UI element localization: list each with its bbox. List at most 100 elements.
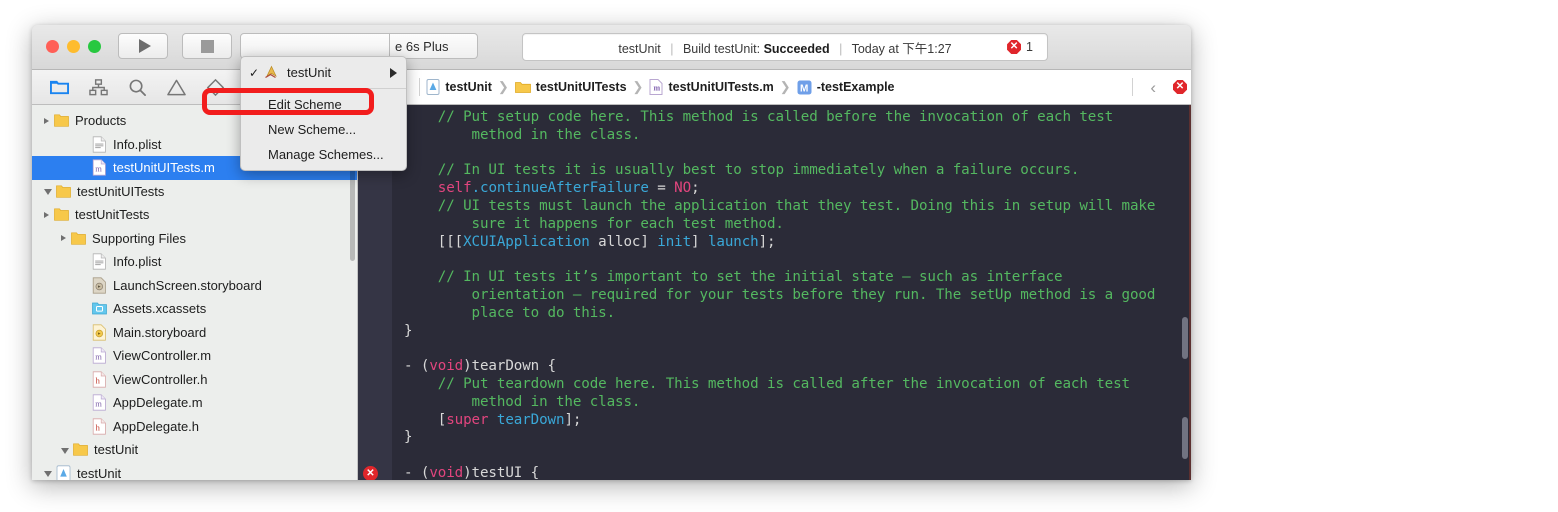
navigator-row[interactable]: testUnitTests [32,203,357,227]
menu-item-edit-scheme[interactable]: Edit Scheme [241,92,406,117]
navigator-row-label: testUnit [94,442,139,458]
disclosure-triangle-icon[interactable] [44,471,52,478]
device-selector[interactable]: e 6s Plus [390,33,478,59]
navigator-row-label: LaunchScreen.storyboard [113,277,262,293]
scheme-dropdown-menu[interactable]: ✓ testUnit Edit Scheme New Scheme... Manage … [240,56,407,171]
menu-item-label: testUnit [287,65,332,80]
error-count: 1 [1026,40,1033,54]
navigator-row[interactable]: Assets.xcassets [32,297,357,321]
m-file-icon: m [92,347,106,364]
zoom-button[interactable] [88,40,101,53]
project-icon [56,465,71,480]
menu-item-manage-schemes[interactable]: Manage Schemes... [241,142,406,167]
code-token: self [437,180,472,197]
breadcrumb-label: -testExample [816,80,895,94]
navigator-row[interactable]: testUnit [32,438,357,462]
code-token: launch [707,233,759,250]
breadcrumb-divider [419,78,421,96]
xcode-scheme-icon [265,65,277,79]
code-token: alloc] [589,233,658,250]
navigator-row-label: Info.plist [113,254,162,270]
breadcrumb-item-folder[interactable]: testUnitUITests [514,80,627,94]
stop-button[interactable] [182,33,232,59]
svg-text:m: m [95,399,102,409]
editor-back-button[interactable]: ‹ [1141,79,1165,96]
breadcrumb-item-project[interactable]: testUnit [426,79,492,95]
menu-item-new-scheme[interactable]: New Scheme... [241,117,406,142]
disclosure-triangle-icon[interactable] [44,211,49,218]
breadcrumb-item-method[interactable]: M -testExample [797,80,895,95]
test-diamond-icon[interactable] [206,78,225,97]
navigator-row[interactable]: Supporting Files [32,227,357,251]
storyboard-gray-icon [92,277,106,294]
stop-icon [200,39,214,53]
checkmark-icon: ✓ [249,65,260,80]
h-file-icon: h [92,371,106,388]
code-token: // Put teardown code here. This method i… [437,375,1130,392]
navigator-toolbar: ‹ › testUnit ❯ testUnitUITests [32,70,1191,105]
gutter-error-marker[interactable]: ✕ [363,466,378,480]
navigator-row[interactable]: h AppDelegate.h [32,415,357,439]
folder-icon [71,232,86,245]
source-code[interactable]: // Put setup code here. This method is c… [392,105,1191,480]
menu-item-label: Edit Scheme [268,97,342,112]
submenu-arrow-icon[interactable] [390,67,397,78]
disclosure-triangle-icon[interactable] [61,235,66,242]
svg-text:m: m [654,84,661,93]
editor-scrollbar[interactable] [1182,317,1188,359]
code-token: [ [404,411,447,428]
minimize-button[interactable] [67,40,80,53]
h-file-icon: h [92,418,106,435]
run-button[interactable] [118,33,168,59]
menu-item-label: New Scheme... [268,122,357,137]
folder-icon [56,185,71,198]
navigator-row-label: Assets.xcassets [113,301,207,317]
navigator-row[interactable]: testUnit [32,462,357,480]
status-timestamp: Today at 下午1:27 [851,41,952,56]
error-octagon-icon[interactable]: ✕ [1173,80,1187,94]
code-line: - (void)testUI { [404,465,1191,480]
code-token: ; [691,180,700,197]
folder-icon[interactable] [50,78,69,97]
navigator-row-label: testUnitUITests.m [113,160,215,176]
navigator-row[interactable]: h ViewController.h [32,368,357,392]
navigator-row[interactable]: testUnitUITests [32,180,357,204]
navigator-row[interactable]: m ViewController.m [32,344,357,368]
method-icon: M [797,80,812,94]
disclosure-triangle-icon[interactable] [61,447,69,454]
breadcrumb-label: testUnitUITests.m [668,80,774,94]
warning-triangle-icon[interactable] [167,78,186,97]
disclosure-triangle-icon[interactable] [44,117,49,124]
menu-item-testunit[interactable]: ✓ testUnit [241,60,406,85]
play-icon [138,39,151,53]
breadcrumb-label: testUnitUITests [535,80,627,94]
code-line: place to do this. [404,305,1191,323]
hierarchy-icon[interactable] [89,78,108,97]
code-token: NO [674,180,692,197]
breadcrumb-chevron: ❯ [632,79,644,94]
navigator-row-label: ViewController.h [113,371,208,387]
breadcrumb-chevron: ❯ [497,79,509,94]
code-token: orientation — required for your tests be… [404,286,1156,303]
navigator-row[interactable]: m AppDelegate.m [32,391,357,415]
screenshot-root: e 6s Plus testUnit | Build testUnit: Suc… [0,0,1558,512]
navigator-row[interactable]: Info.plist [32,250,357,274]
code-token: void [429,358,464,375]
close-button[interactable] [46,40,59,53]
code-line: sure it happens for each test method. [404,216,1191,234]
breadcrumb-item-file[interactable]: m testUnitUITests.m [649,79,774,95]
navigator-row[interactable]: LaunchScreen.storyboard [32,274,357,298]
navigator-row[interactable]: Main.storyboard [32,321,357,345]
code-line: } [404,429,1191,447]
editor-scrollbar-secondary[interactable] [1182,417,1188,459]
code-token: - ( [404,358,430,375]
code-token: // In UI tests it is usually best to sto… [437,162,1080,179]
code-editor[interactable]: ✕ // Put setup code here. This method is… [358,105,1191,480]
search-icon[interactable] [128,78,147,97]
error-badge[interactable]: ✕ 1 [1007,40,1033,54]
disclosure-triangle-icon[interactable] [44,189,52,196]
m-file-icon: m [92,394,106,411]
